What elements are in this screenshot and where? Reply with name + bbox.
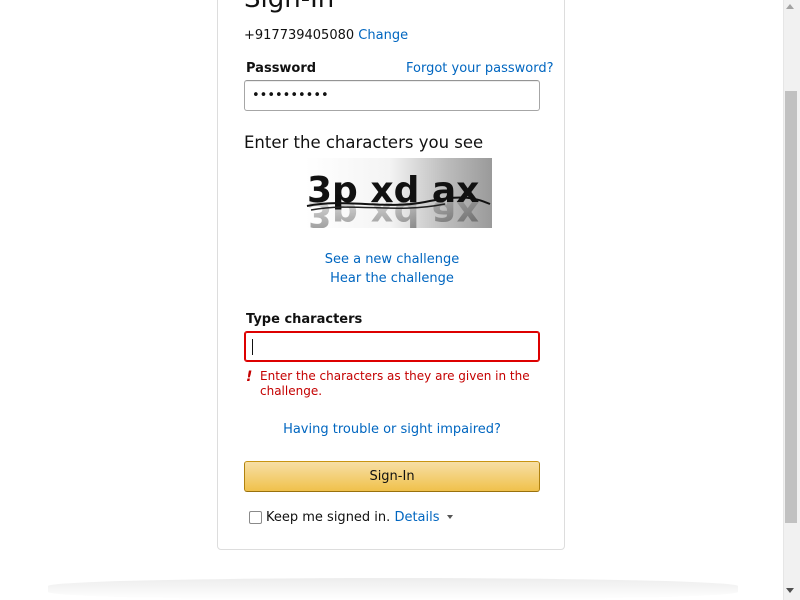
scroll-down-icon[interactable]	[786, 588, 794, 593]
scrollbar-thumb[interactable]	[785, 91, 797, 523]
captcha-image: 3p xd ax 3p xd ax	[305, 158, 492, 228]
change-link[interactable]: Change	[358, 28, 408, 43]
details-link-label: Details	[394, 510, 440, 525]
hear-challenge-link[interactable]: Hear the challenge	[244, 270, 540, 287]
captcha-input[interactable]	[244, 331, 540, 362]
password-value: ••••••••••	[252, 88, 329, 103]
scroll-up-icon[interactable]	[786, 4, 794, 9]
signin-button-label: Sign-In	[369, 469, 415, 484]
trouble-link[interactable]: Having trouble or sight impaired?	[244, 421, 540, 438]
page-title: Sign-In	[244, 0, 334, 14]
captcha-error-message: Enter the characters as they are given i…	[260, 369, 530, 398]
caret-down-icon	[446, 515, 453, 519]
exclamation-icon: !	[246, 369, 253, 385]
keep-signed-in: Keep me signed in. Details	[266, 509, 453, 526]
type-characters-label: Type characters	[246, 312, 363, 327]
keep-signed-in-label: Keep me signed in.	[266, 510, 391, 525]
forgot-password-link[interactable]: Forgot your password?	[406, 60, 554, 77]
signin-button[interactable]: Sign-In	[244, 461, 540, 492]
account-identifier: +917739405080 Change	[244, 27, 408, 44]
phone-number: +917739405080	[244, 28, 355, 43]
new-challenge-link[interactable]: See a new challenge	[244, 251, 540, 268]
details-link[interactable]: Details	[394, 510, 453, 525]
section-divider	[48, 578, 738, 600]
password-label: Password	[246, 61, 317, 76]
keep-signed-in-checkbox[interactable]	[249, 511, 262, 524]
captcha-heading: Enter the characters you see	[244, 133, 484, 152]
text-cursor	[252, 339, 253, 355]
password-field[interactable]: ••••••••••	[244, 80, 540, 111]
